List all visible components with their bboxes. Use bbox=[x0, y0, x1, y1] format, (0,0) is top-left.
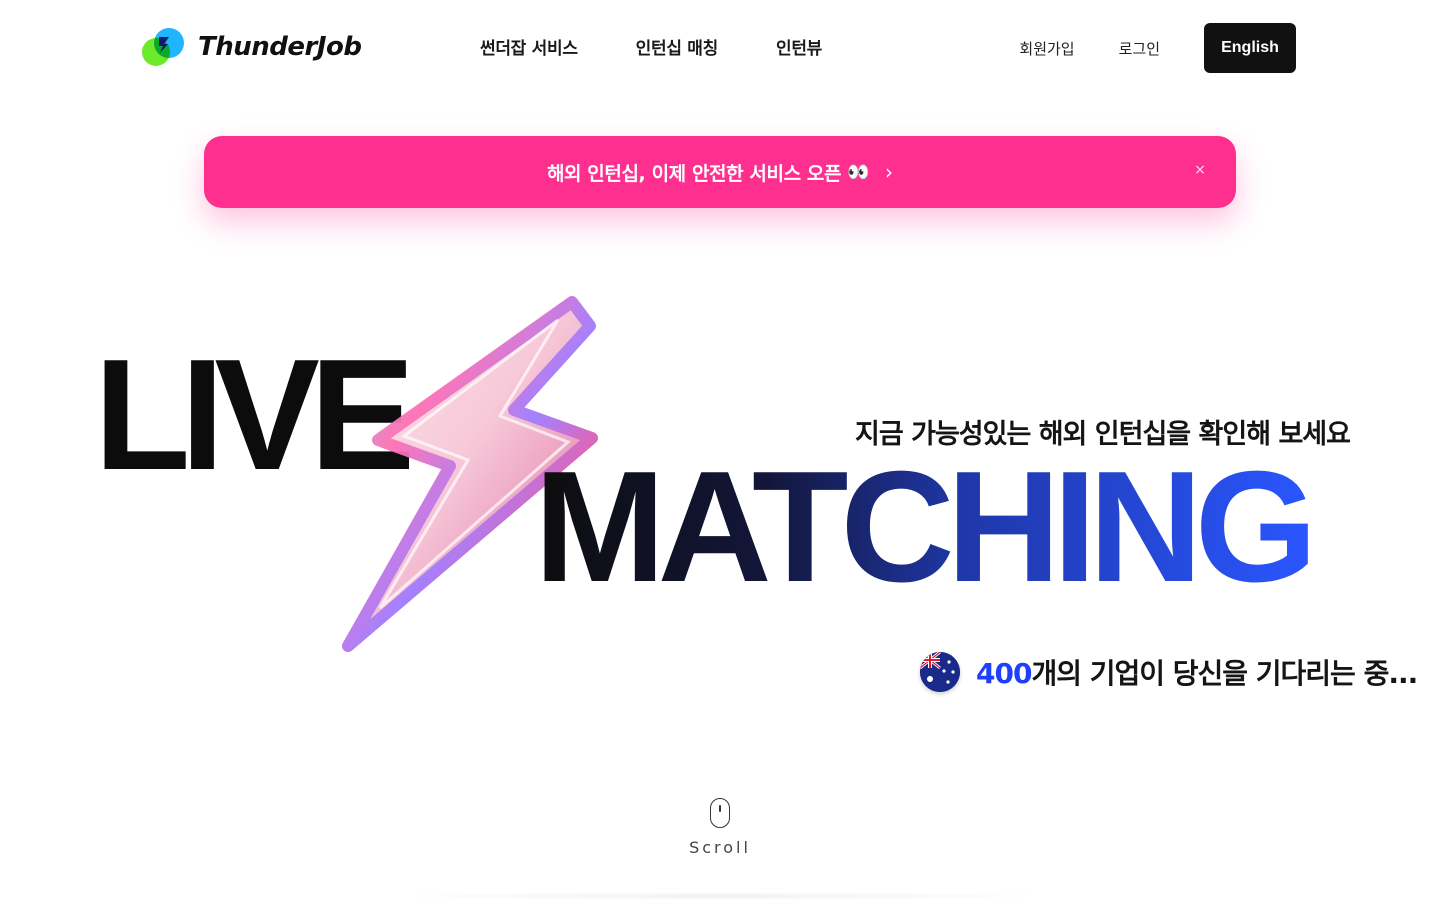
close-icon[interactable]: × bbox=[1190, 160, 1210, 180]
hero-title-matching: MATCHING bbox=[534, 439, 1318, 615]
signup-link[interactable]: 회원가입 bbox=[1019, 38, 1074, 59]
nav-item-internship-matching[interactable]: 인턴십 매칭 bbox=[636, 34, 719, 59]
banner-message: 해외 인턴십, 이제 안전한 서비스 오픈 bbox=[546, 162, 842, 185]
logo-link[interactable]: ThunderJob bbox=[142, 26, 362, 68]
australia-flag-icon bbox=[920, 652, 960, 692]
company-counter: 400개의 기업이 당신을 기다리는 중... bbox=[920, 652, 1418, 692]
announcement-banner[interactable]: 해외 인턴십, 이제 안전한 서비스 오픈 👀 › × bbox=[204, 136, 1236, 208]
auth-area: 회원가입 로그인 English bbox=[1019, 23, 1296, 73]
company-count-suffix: 개의 기업이 당신을 기다리는 중... bbox=[1031, 657, 1418, 690]
thunderjob-logo-icon bbox=[142, 26, 186, 68]
login-link[interactable]: 로그인 bbox=[1119, 38, 1160, 59]
brand-name: ThunderJob bbox=[198, 32, 362, 62]
nav-item-service[interactable]: 썬더잡 서비스 bbox=[480, 34, 578, 59]
nav-item-internview[interactable]: 인턴뷰 bbox=[776, 34, 822, 59]
language-button[interactable]: English bbox=[1204, 23, 1296, 73]
eyes-emoji-icon: 👀 bbox=[847, 161, 870, 183]
mouse-icon bbox=[710, 798, 730, 828]
scroll-label: Scroll bbox=[689, 838, 751, 857]
company-count-text: 400개의 기업이 당신을 기다리는 중... bbox=[976, 652, 1418, 692]
main-nav: 썬더잡 서비스 인턴십 매칭 인턴뷰 bbox=[480, 34, 822, 59]
site-header: ThunderJob 썬더잡 서비스 인턴십 매칭 인턴뷰 회원가입 로그인 E… bbox=[0, 0, 1440, 96]
banner-text-group: 해외 인턴십, 이제 안전한 서비스 오픈 👀 bbox=[546, 159, 870, 186]
scroll-indicator[interactable]: Scroll bbox=[689, 798, 751, 857]
section-divider bbox=[380, 892, 1060, 900]
chevron-right-icon: › bbox=[885, 160, 894, 184]
company-count: 400 bbox=[976, 657, 1032, 690]
